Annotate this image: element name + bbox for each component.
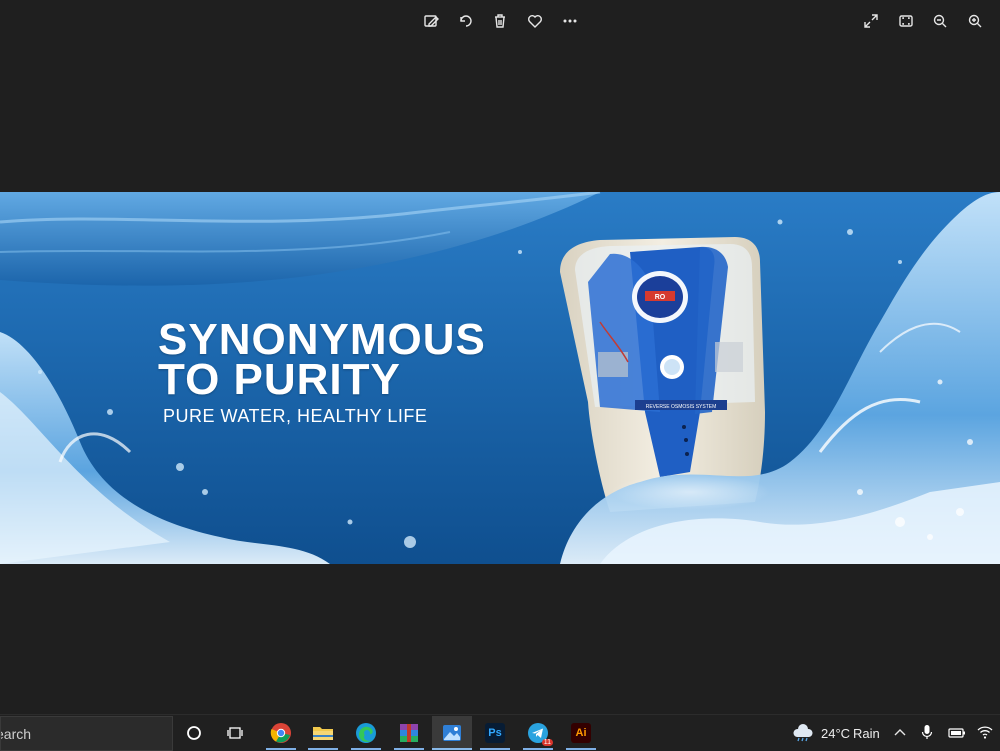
- expand-icon[interactable]: [858, 8, 884, 34]
- banner-tagline: PURE WATER, HEALTHY LIFE: [163, 406, 428, 426]
- microphone-icon[interactable]: [921, 724, 933, 744]
- weather-temperature[interactable]: 24°C: [821, 726, 850, 741]
- illustrator-label: Ai: [571, 723, 591, 743]
- weather-condition[interactable]: Rain: [853, 726, 880, 741]
- edge-icon[interactable]: [346, 716, 386, 750]
- displayed-image: RO REVERSE OSMOSIS SYSTEM SYNONYMOUS TO …: [0, 192, 1000, 564]
- windows-taskbar: earch Ps 11 Ai: [0, 714, 1000, 751]
- more-options-icon[interactable]: [557, 8, 583, 34]
- winrar-icon[interactable]: [389, 716, 429, 750]
- banner-headline: SYNONYMOUS TO PURITY: [158, 315, 486, 404]
- search-box-text: earch: [1, 725, 32, 742]
- headline-line-1: SYNONYMOUS: [158, 315, 486, 364]
- water-purifier-banner: RO REVERSE OSMOSIS SYSTEM: [0, 192, 1000, 564]
- battery-icon[interactable]: [948, 725, 966, 744]
- wifi-icon[interactable]: [977, 724, 993, 744]
- weather-rain-cloud-icon[interactable]: [792, 724, 814, 746]
- favorite-heart-icon[interactable]: [522, 8, 548, 34]
- photoshop-icon[interactable]: Ps: [475, 716, 515, 750]
- chevron-up-icon[interactable]: [893, 725, 907, 744]
- zoom-in-icon[interactable]: [962, 8, 988, 34]
- taskbar-search-box[interactable]: earch: [0, 716, 173, 751]
- fit-to-window-icon[interactable]: [893, 8, 919, 34]
- illustrator-icon[interactable]: Ai: [561, 716, 601, 750]
- photoshop-label: Ps: [485, 723, 505, 743]
- delete-icon[interactable]: [487, 8, 513, 34]
- headline-line-2: TO PURITY: [158, 355, 401, 404]
- photo-viewer-toolbar: [0, 0, 1000, 42]
- cortana-circle-icon[interactable]: [174, 716, 214, 750]
- photos-icon[interactable]: [432, 716, 472, 750]
- folder-icon[interactable]: [303, 716, 343, 750]
- rotate-icon[interactable]: [453, 8, 479, 34]
- telegram-unread-badge: 11: [541, 739, 553, 746]
- edit-image-icon[interactable]: [418, 8, 444, 34]
- zoom-out-icon[interactable]: [927, 8, 953, 34]
- product-plate-text: REVERSE OSMOSIS SYSTEM: [646, 404, 717, 410]
- task-view-icon[interactable]: [216, 716, 256, 750]
- chrome-icon[interactable]: [261, 716, 301, 750]
- telegram-icon[interactable]: 11: [518, 716, 558, 750]
- product-badge-text: RO: [655, 294, 666, 301]
